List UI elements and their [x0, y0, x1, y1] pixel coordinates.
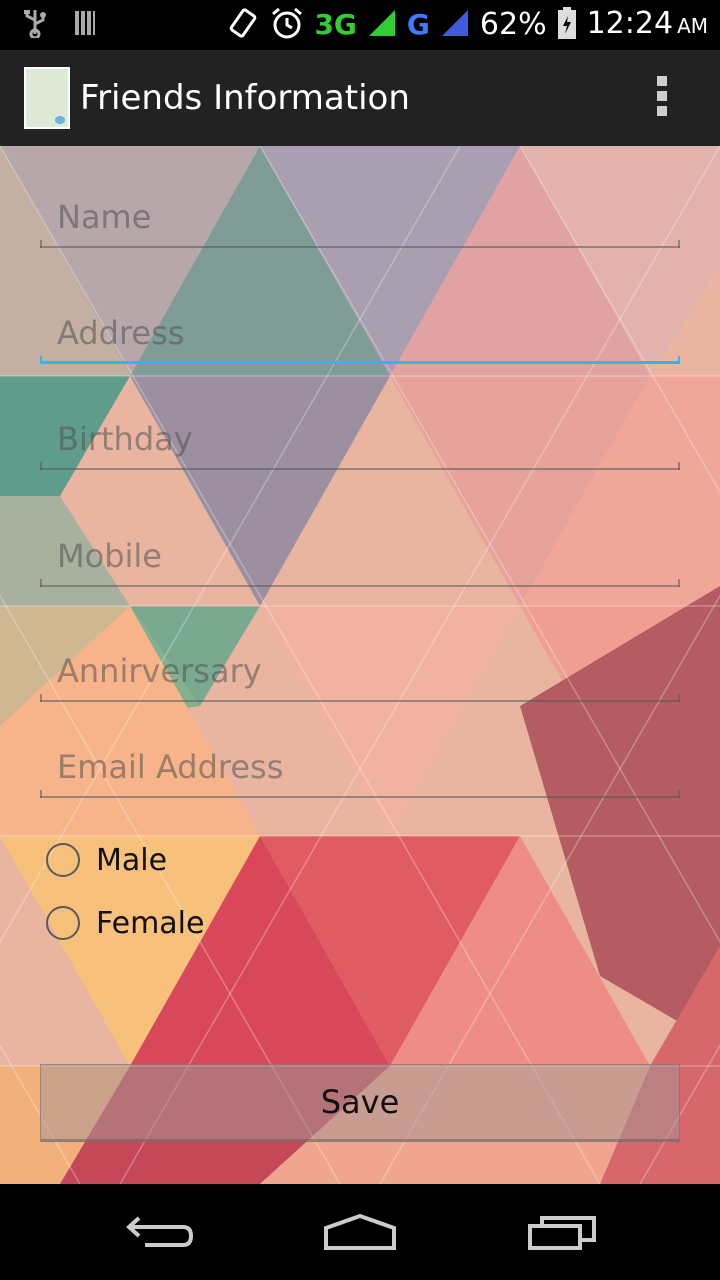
- nav-bar: [0, 1184, 720, 1280]
- radio-male[interactable]: Male: [46, 840, 167, 880]
- overflow-menu-icon[interactable]: [650, 76, 674, 120]
- alarm-icon: [270, 6, 304, 44]
- clock-time: 12:24: [586, 6, 674, 41]
- clock: 12:24 AM: [587, 5, 708, 45]
- radio-male-circle[interactable]: [46, 843, 80, 877]
- birthday-input[interactable]: [40, 410, 680, 468]
- signal-3g-icon: [367, 8, 397, 42]
- radio-female-circle[interactable]: [46, 906, 80, 940]
- name-field[interactable]: [40, 188, 680, 248]
- email-field[interactable]: [40, 738, 680, 798]
- network-g-label: G: [406, 8, 430, 41]
- recent-apps-icon[interactable]: [512, 1202, 612, 1262]
- signal-g-icon: [440, 8, 470, 42]
- network-3g-label: 3G: [314, 8, 357, 41]
- storage-icon: [74, 9, 96, 41]
- email-input[interactable]: [40, 738, 680, 796]
- anniversary-input[interactable]: [40, 642, 680, 700]
- action-bar: Friends Information: [0, 50, 720, 146]
- mobile-underline: [40, 579, 680, 587]
- clock-ampm: AM: [677, 14, 708, 38]
- back-icon[interactable]: [110, 1202, 210, 1262]
- usb-icon: [20, 8, 50, 42]
- name-underline: [40, 240, 680, 248]
- address-input[interactable]: [40, 304, 680, 362]
- anniversary-field[interactable]: [40, 642, 680, 702]
- email-underline: [40, 790, 680, 798]
- home-icon[interactable]: [310, 1202, 410, 1262]
- anniversary-underline: [40, 694, 680, 702]
- name-input[interactable]: [40, 188, 680, 246]
- app-notebook-icon[interactable]: [24, 67, 70, 129]
- status-bar: 3G G 62% 12:24 AM: [0, 0, 720, 50]
- battery-icon: [557, 6, 577, 44]
- address-field[interactable]: [40, 304, 680, 364]
- mobile-input[interactable]: [40, 527, 680, 585]
- birthday-underline: [40, 462, 680, 470]
- birthday-field[interactable]: [40, 410, 680, 470]
- mobile-field[interactable]: [40, 527, 680, 587]
- battery-percent: 62%: [479, 7, 547, 42]
- radio-female[interactable]: Female: [46, 903, 204, 943]
- save-button[interactable]: Save: [40, 1064, 680, 1142]
- address-underline: [40, 356, 680, 364]
- form-content: Male Female Save: [0, 146, 720, 1184]
- radio-male-label: Male: [96, 842, 168, 878]
- radio-female-label: Female: [96, 905, 205, 941]
- page-title: Friends Information: [80, 78, 410, 118]
- rotate-icon: [228, 6, 260, 44]
